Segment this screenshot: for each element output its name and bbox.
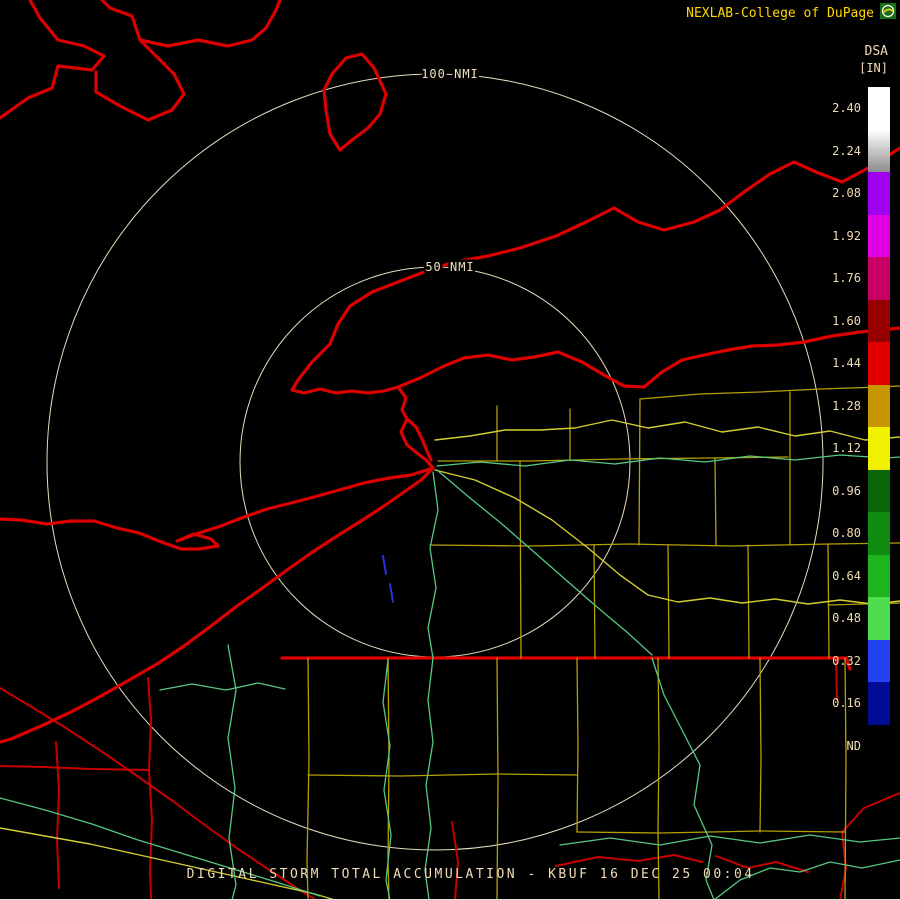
legend-level: 0.64: [832, 554, 890, 597]
legend-level-swatch: [868, 87, 890, 130]
legend-level: 2.08: [832, 172, 890, 215]
legend-level-label: 2.08: [832, 186, 861, 201]
legend-level: 2.24: [832, 129, 890, 172]
green-highway-river: [159, 682, 286, 691]
range-ring-label: 100 NMI: [421, 67, 479, 81]
legend-level-swatch: [868, 257, 890, 300]
legend-level: 0.96: [832, 469, 890, 512]
legend-level-swatch: [868, 129, 890, 172]
legend-level-label: 0.32: [832, 653, 861, 668]
county-border: [307, 773, 498, 777]
legend-level-label: 1.12: [832, 441, 861, 456]
legend-level: 0.80: [832, 512, 890, 555]
county-border: [429, 542, 900, 547]
legend-level-label: 0.64: [832, 568, 861, 583]
yellow-highway: [434, 419, 900, 441]
river-blue: [389, 583, 394, 603]
legend-level-swatch: [868, 384, 890, 427]
legend-level: 0.16: [832, 682, 890, 725]
county-border: [638, 398, 641, 546]
legend-level-swatch: [868, 299, 890, 342]
legend-level: 0.48: [832, 597, 890, 640]
legend-level: 1.76: [832, 257, 890, 300]
legend-level-label: 2.24: [832, 143, 861, 158]
legend-level-label: 0.16: [832, 696, 861, 711]
county-border: [593, 544, 596, 659]
nexlab-logo-icon: [880, 3, 896, 19]
legend-level-label: 1.76: [832, 271, 861, 286]
green-highway-river: [559, 834, 900, 846]
range-ring-label: 50 NMI: [425, 260, 474, 274]
county-border: [576, 657, 579, 833]
legend-level-label: 1.60: [832, 313, 861, 328]
product-title: DIGITAL STORM TOTAL ACCUMULATION - KBUF …: [186, 867, 755, 882]
legend-scale: 2.40 2.24 2.08 1.92 1.76 1.60 1.44 1.28 1.12 0.96…: [832, 87, 890, 767]
green-highway-river: [424, 471, 439, 900]
legend-level: 1.60: [832, 299, 890, 342]
legend-level-label: 2.40: [832, 101, 861, 116]
radar-map: 100 NMI 50 NMI: [0, 0, 900, 900]
legend-level-swatch: [868, 172, 890, 215]
legend-level-swatch: [868, 342, 890, 385]
shoreline-state-border: [396, 326, 900, 389]
legend-level: 1.28: [832, 384, 890, 427]
brand-text: NEXLAB-College of DuPage: [686, 6, 874, 21]
radar-display: 100 NMI 50 NMI NEXLAB-College of DuPage D…: [0, 0, 900, 900]
brand[interactable]: NEXLAB-College of DuPage: [686, 6, 874, 21]
shoreline-state-border: [138, 0, 282, 48]
yellow-highway: [434, 469, 900, 605]
legend-units-label: [IN]: [859, 61, 888, 75]
river-blue: [382, 555, 387, 575]
legend-level-label: 1.28: [832, 398, 861, 413]
county-border: [714, 457, 717, 546]
legend-level-swatch: [868, 682, 890, 725]
legend-level-swatch: [868, 597, 890, 640]
legend-level-label: 0.48: [832, 611, 861, 626]
county-border: [667, 544, 670, 659]
legend-level-swatch: [868, 469, 890, 512]
legend-level-label: 1.44: [832, 356, 861, 371]
county-border: [759, 657, 762, 833]
legend-level: 0.32: [832, 639, 890, 682]
legend-level: 1.12: [832, 427, 890, 470]
legend-level: ND: [832, 724, 890, 767]
shoreline-state-border: [0, 466, 435, 551]
legend-product-label: DSA: [864, 44, 888, 59]
legend-level: 2.40: [832, 87, 890, 130]
legend-level-swatch: [868, 724, 890, 767]
county-border: [657, 657, 660, 833]
shoreline-state-border: [0, 0, 106, 120]
legend-level-swatch: [868, 512, 890, 555]
county-border: [576, 830, 846, 834]
legend-level-label: 0.96: [832, 483, 861, 498]
legend-level-swatch: [868, 639, 890, 682]
legend-level-label: 1.92: [832, 228, 861, 243]
legend-level-label: ND: [846, 738, 861, 753]
legend-level-swatch: [868, 214, 890, 257]
legend-level: 1.44: [832, 342, 890, 385]
shoreline-state-border: [94, 0, 186, 122]
legend-level-swatch: [868, 554, 890, 597]
legend-level-label: 0.80: [832, 526, 861, 541]
legend-level: 1.92: [832, 214, 890, 257]
green-highway-river: [436, 469, 653, 656]
county-border: [519, 460, 522, 659]
county-border: [496, 773, 578, 776]
shoreline-state-border: [0, 466, 435, 744]
product-title-bar: DIGITAL STORM TOTAL ACCUMULATION - KBUF …: [0, 852, 900, 897]
dsa-legend: DSA [IN] 2.40 2.24 2.08 1.92 1.76 1.60 1.44 1.2…: [832, 44, 890, 767]
shoreline-state-border: [280, 656, 852, 671]
shoreline-state-border: [322, 52, 388, 152]
range-ring: [239, 266, 631, 658]
legend-level-swatch: [868, 427, 890, 470]
